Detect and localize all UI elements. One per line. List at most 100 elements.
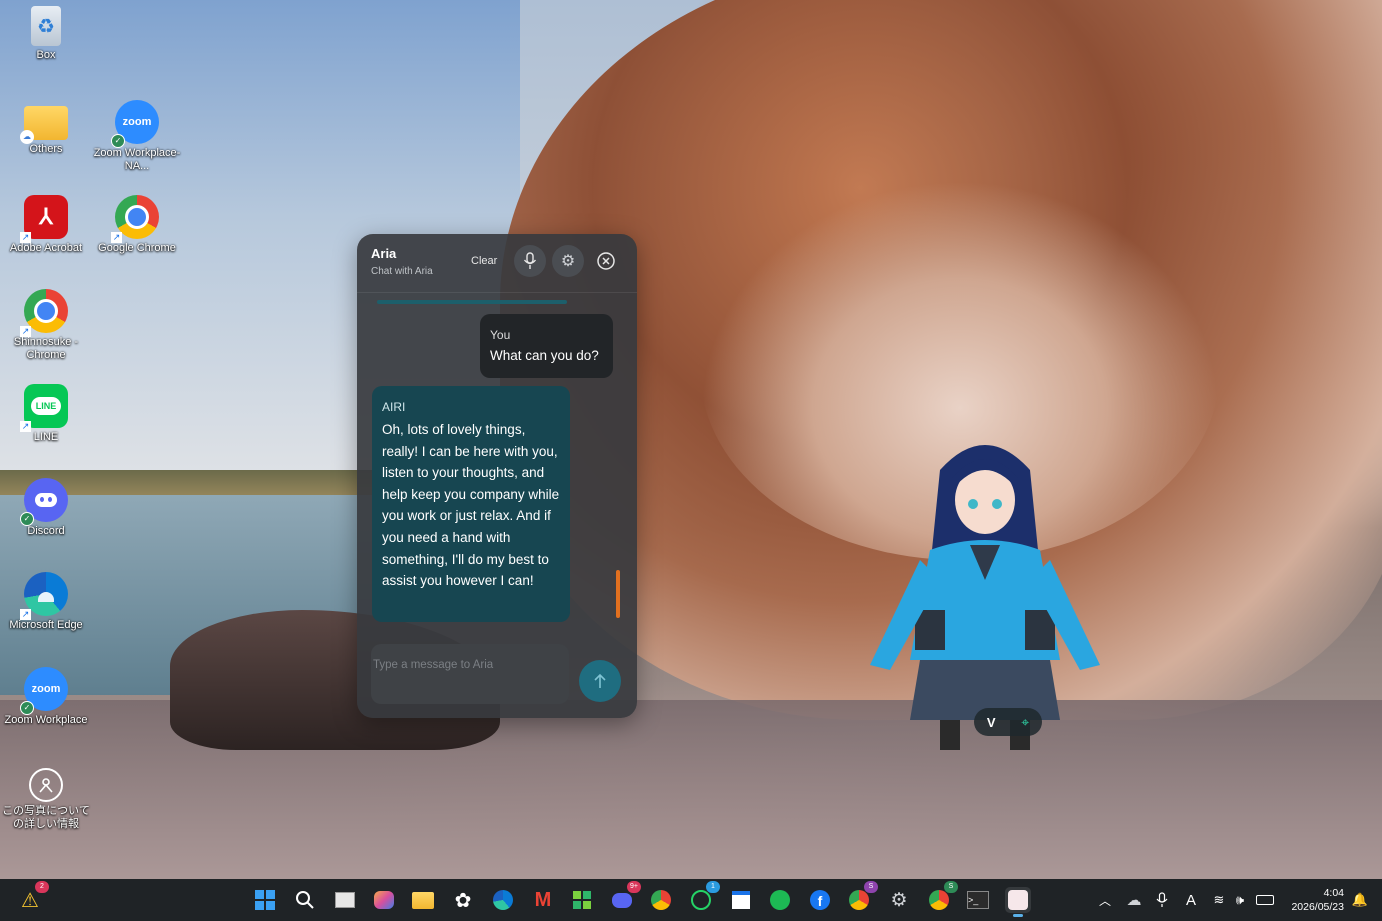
acrobat-icon: ⅄ ↗: [20, 195, 68, 243]
gear-icon: ⚙: [890, 889, 908, 911]
desktop-icon-zoom-na[interactable]: zoom ✓ Zoom Workplace-NA...: [92, 100, 182, 173]
avatar-character[interactable]: [860, 430, 1110, 750]
notification-button[interactable]: 🔔: [1347, 887, 1373, 913]
taskbar-settings[interactable]: ⚙: [886, 887, 912, 913]
message-text: What can you do?: [490, 348, 599, 363]
chrome-icon: ↗: [111, 195, 159, 243]
task-view-icon: [335, 892, 355, 908]
desktop-icon-label: Box: [36, 49, 56, 61]
chrome-profile-icon: [929, 890, 949, 910]
desktop-icon-line[interactable]: LINE ↗ LINE: [1, 384, 91, 444]
edge-icon: ↗: [20, 572, 68, 620]
desktop-icon-chrome[interactable]: ↗ Google Chrome: [92, 195, 182, 255]
desktop-icon-photo-info[interactable]: この写真についての詳しい情報: [1, 768, 91, 831]
close-button[interactable]: [590, 245, 622, 277]
zoom-icon: zoom ✓: [111, 100, 159, 148]
desktop-icon-shinnosuke-chrome[interactable]: ↗ Shinnosuke - Chrome: [1, 289, 91, 362]
desktop-icon-label: Microsoft Edge: [9, 619, 83, 631]
taskbar-airi[interactable]: [1005, 887, 1031, 917]
weather-widget[interactable]: ⚠ 2: [17, 881, 49, 913]
taskbar-app-grid[interactable]: [569, 887, 595, 913]
sync-check-icon: ✓: [20, 512, 34, 526]
shortcut-arrow-icon: ↗: [20, 421, 31, 432]
tray-battery[interactable]: [1252, 887, 1278, 913]
desktop-icon-zoom-workplace[interactable]: zoom ✓ Zoom Workplace: [1, 667, 91, 727]
send-button[interactable]: [579, 660, 621, 702]
taskbar-chrome[interactable]: [648, 887, 674, 913]
collapse-button[interactable]: V: [987, 715, 996, 730]
taskbar-copilot[interactable]: [371, 887, 397, 913]
cloud-sync-icon: ☁: [20, 130, 34, 144]
sync-check-icon: ✓: [111, 134, 125, 148]
chat-title: Aria: [371, 246, 397, 261]
desktop-icon-acrobat[interactable]: ⅄ ↗ Adobe Acrobat: [1, 195, 91, 255]
avatar-controls: V ⌖: [974, 708, 1042, 736]
tray-onedrive[interactable]: ☁: [1121, 887, 1147, 913]
taskbar-calendar[interactable]: [728, 887, 754, 913]
crosshair-icon[interactable]: ⌖: [1021, 714, 1029, 731]
tray-ime[interactable]: A: [1178, 887, 1204, 913]
taskbar-chatgpt[interactable]: ✿: [450, 887, 476, 913]
taskbar-discord[interactable]: 9+: [609, 881, 641, 913]
discord-badge: 9+: [627, 881, 641, 893]
chrome-icon: [651, 890, 671, 910]
message-sender: You: [490, 328, 511, 342]
desktop-icon-edge[interactable]: ↗ Microsoft Edge: [1, 572, 91, 632]
folder-icon: [412, 891, 434, 909]
taskbar-spotify[interactable]: [767, 887, 793, 913]
tray-volume[interactable]: 🕪: [1227, 887, 1253, 913]
terminal-icon: >_: [967, 891, 989, 909]
clock-date[interactable]: 2026/05/23: [1282, 901, 1344, 913]
tray-microphone[interactable]: [1149, 887, 1175, 913]
microphone-button[interactable]: [514, 245, 546, 277]
windows-icon: [255, 890, 275, 910]
desktop-icon-discord[interactable]: ✓ Discord: [1, 478, 91, 538]
taskbar-chrome-profile[interactable]: S: [846, 881, 878, 913]
gmail-icon: M: [534, 888, 552, 911]
show-hidden-icons-button[interactable]: ︿: [1092, 887, 1118, 913]
clock-time[interactable]: 4:04: [1282, 887, 1344, 899]
facebook-icon: f: [810, 890, 830, 910]
taskbar: ⚠ 2 ✿ M 9+ 1 f S ⚙ S >_ ︿ ☁ A ≋ 🕪 4:04 2…: [0, 879, 1382, 921]
desktop-icon-others[interactable]: ☁ Others: [1, 100, 91, 156]
taskbar-gmail[interactable]: M: [530, 887, 556, 913]
settings-button[interactable]: ⚙: [552, 245, 584, 277]
chrome-profile-icon: [849, 890, 869, 910]
active-indicator: [1013, 914, 1023, 917]
desktop-icon-label: Discord: [27, 525, 65, 537]
search-icon: [296, 891, 314, 909]
zoom-icon: zoom ✓: [20, 667, 68, 715]
desktop-icon-box[interactable]: ♻ Box: [1, 6, 91, 62]
taskbar-edge[interactable]: [490, 887, 516, 913]
copilot-icon: [374, 891, 394, 909]
desktop-wallpaper: ♻ Box ☁ Others zoom ✓ Zoom Workplace-NA.…: [0, 0, 1382, 879]
start-button[interactable]: [252, 887, 278, 913]
microphone-icon: [523, 252, 537, 269]
taskbar-facebook[interactable]: f: [807, 887, 833, 913]
whatsapp-badge: 1: [706, 881, 720, 893]
chat-subtitle: Chat with Aria: [371, 266, 433, 277]
chevron-up-icon: ︿: [1098, 893, 1111, 908]
taskbar-whatsapp[interactable]: 1: [688, 881, 720, 913]
weather-badge: 2: [35, 881, 49, 893]
whatsapp-icon: [691, 890, 711, 910]
airi-app-icon: [1008, 890, 1028, 910]
taskbar-chrome-profile-2[interactable]: S: [926, 881, 958, 913]
chatgpt-icon: ✿: [454, 889, 472, 912]
sync-check-icon: ✓: [20, 701, 34, 715]
chrome-profile-badge: S: [944, 881, 958, 893]
taskbar-terminal[interactable]: >_: [965, 887, 991, 913]
clear-button[interactable]: Clear: [465, 254, 503, 268]
desktop-icon-label: Adobe Acrobat: [9, 242, 83, 254]
task-view-button[interactable]: [332, 887, 358, 913]
message-input[interactable]: [371, 654, 555, 676]
shortcut-arrow-icon: ↗: [111, 232, 122, 243]
folder-icon: ☁: [20, 106, 68, 144]
scrollbar-thumb[interactable]: [616, 570, 620, 618]
recycle-bin-icon: ♻: [31, 6, 61, 46]
info-icon: [29, 768, 63, 802]
gear-icon: ⚙: [560, 253, 576, 270]
search-button[interactable]: [292, 887, 318, 913]
chat-messages[interactable]: You What can you do? AIRI Oh, lots of lo…: [357, 294, 637, 634]
taskbar-file-explorer[interactable]: [410, 887, 436, 913]
